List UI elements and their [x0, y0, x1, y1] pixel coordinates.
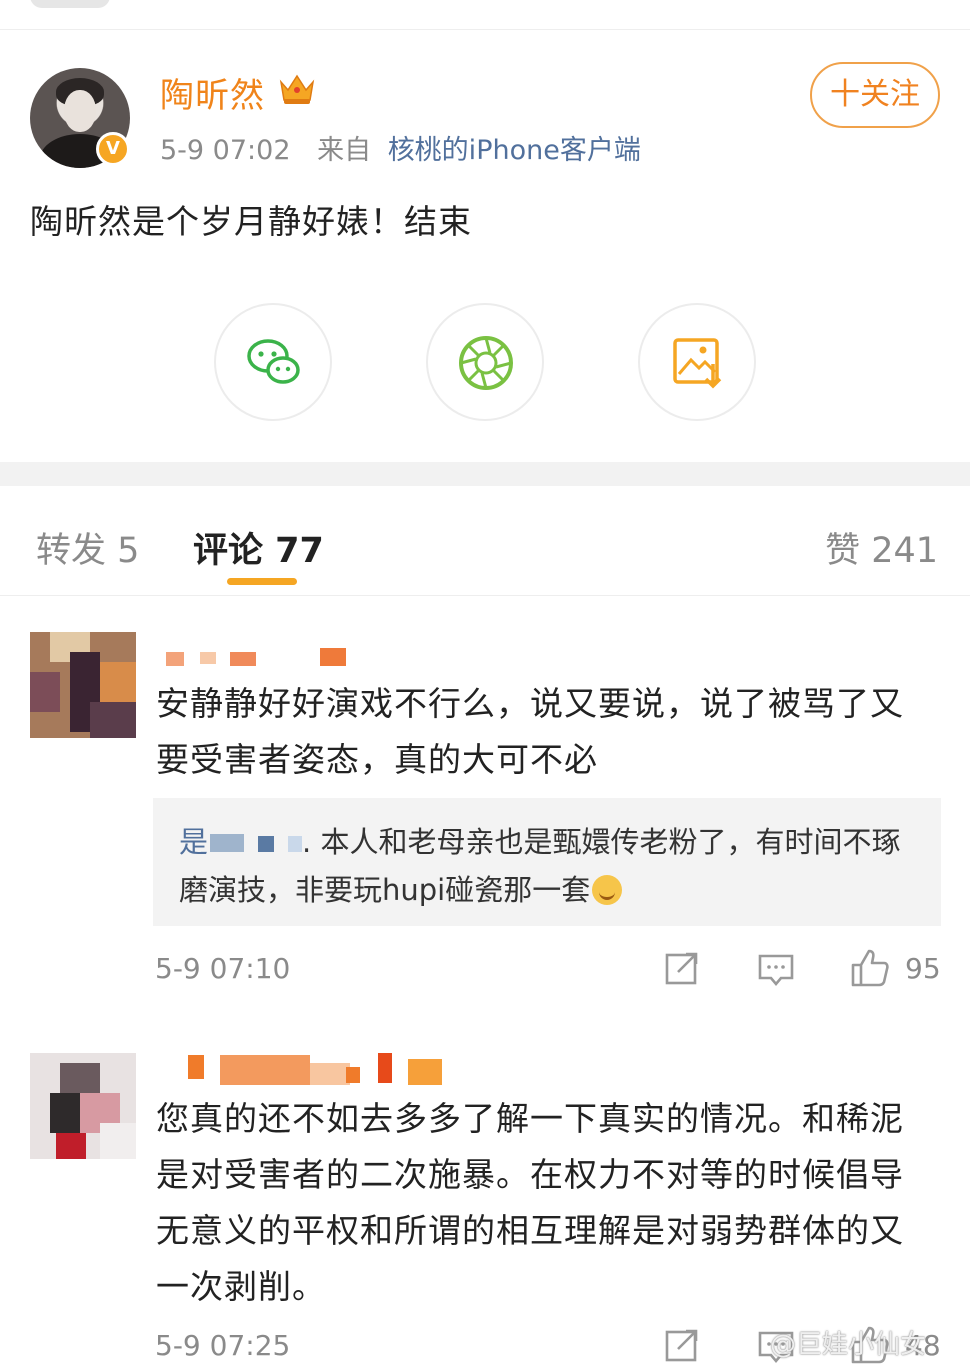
active-tab-indicator: [227, 578, 297, 585]
redacted-name-block: [210, 834, 245, 852]
tab-like[interactable]: 赞 241: [825, 522, 938, 573]
reply-preview[interactable]: 是. 本人和老母亲也是甄嬛传老粉了，有时间不琢磨演技，非要玩hupi碰瓷那一套: [153, 798, 941, 926]
weibo-watermark: @巨娃小仙女: [770, 1330, 927, 1360]
post-content: 陶昕然是个岁月静好婊！结束: [30, 202, 472, 241]
top-bar: [0, 0, 970, 30]
commenter-name-blurred[interactable]: [160, 648, 350, 678]
save-image-button[interactable]: [638, 303, 756, 421]
section-divider: [0, 462, 970, 486]
tab-repost[interactable]: 转发 5: [36, 522, 139, 573]
verified-badge-icon: V: [96, 132, 130, 166]
commenter-avatar[interactable]: [30, 1053, 136, 1159]
commenter-avatar[interactable]: [30, 632, 136, 738]
source-label: 来自: [317, 135, 372, 166]
avatar-face: [64, 90, 96, 132]
post-meta: 5-9 07:02 来自 核桃的iPhone客户端: [160, 128, 641, 167]
post-header: V 陶昕然 5-9 07:02 来自 核桃的iPhone客户端 十关注: [0, 60, 970, 170]
follow-button[interactable]: 十关注: [810, 62, 940, 128]
comment-text: 安静静好好演戏不行么，说又要说，说了被骂了又要受害者姿态，真的大可不必: [156, 684, 904, 779]
reply-comment-icon[interactable]: [757, 952, 795, 988]
comment-time: 5-9 07:10: [155, 952, 291, 985]
redacted-name-block: [288, 836, 303, 852]
share-moments-button[interactable]: [426, 303, 544, 421]
wechat-icon: [247, 339, 300, 384]
comment-like-count: 95: [905, 952, 941, 985]
top-bar-remnant: [30, 0, 110, 8]
repost-comment-icon[interactable]: [664, 1327, 700, 1363]
tab-comment[interactable]: 评论 77: [193, 522, 324, 573]
save-image-icon: [673, 338, 722, 389]
reply-username[interactable]: 是: [179, 825, 208, 859]
moments-icon: [459, 336, 513, 390]
like-comment-icon[interactable]: [850, 948, 890, 988]
post-time: 5-9 07:02: [160, 135, 291, 166]
redacted-name-block: [258, 836, 275, 852]
comment-text: 您真的还不如去多多了解一下真实的情况。和稀泥是对受害者的二次施暴。在权力不对等的…: [156, 1099, 904, 1306]
post-source-link[interactable]: 核桃的iPhone客户端: [388, 135, 641, 166]
repost-comment-icon[interactable]: [664, 950, 700, 986]
comment-time: 5-9 07:25: [155, 1329, 291, 1362]
interaction-tabs: 转发 5 评论 77 赞 241: [0, 486, 970, 596]
commenter-name-blurred[interactable]: [160, 1053, 450, 1087]
smirk-emoji-icon: [592, 875, 623, 905]
share-wechat-button[interactable]: [214, 303, 332, 421]
vip-crown-icon: [279, 74, 315, 104]
author-name[interactable]: 陶昕然: [160, 68, 265, 117]
